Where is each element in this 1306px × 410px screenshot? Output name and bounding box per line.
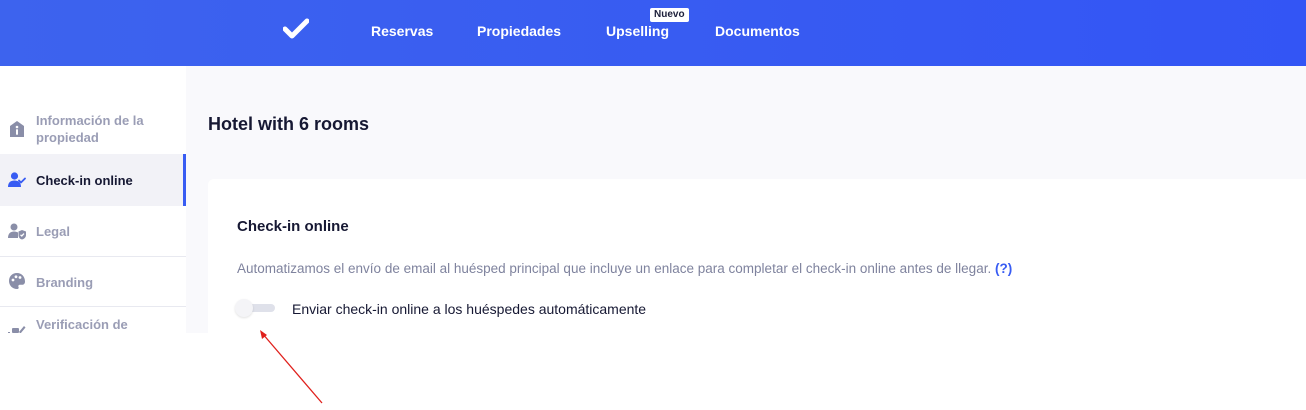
toggle-knob <box>235 299 253 317</box>
sidebar-item-label: Legal <box>36 224 70 239</box>
card-title: Check-in online <box>237 218 349 235</box>
sidebar-item-verification[interactable]: Verificación de <box>0 307 186 333</box>
sidebar-item-label: Branding <box>36 275 94 290</box>
sidebar-item-label: Check-in online <box>36 173 133 188</box>
checkin-online-card: Check-in online Automatizamos el envío d… <box>208 179 1306 333</box>
main-content: Hotel with 6 rooms Check-in online Autom… <box>186 66 1306 333</box>
annotation-arrow-icon <box>260 330 323 404</box>
sidebar-item-label: Información de la propiedad <box>36 113 144 145</box>
card-description: Automatizamos el envío de email al huésp… <box>237 260 1012 278</box>
sidebar-item-property-info[interactable]: Información de la propiedad <box>0 104 186 154</box>
sidebar-item-checkin-online[interactable]: Check-in online <box>0 154 186 206</box>
top-navigation-bar: Reservas Propiedades Upselling Nuevo Doc… <box>0 0 1306 66</box>
user-check-icon <box>8 172 26 187</box>
settings-sidebar: Información de la propiedad Check-in onl… <box>0 66 186 333</box>
checkmark-logo-icon[interactable] <box>283 18 309 40</box>
auto-checkin-toggle[interactable] <box>235 299 277 317</box>
id-scan-icon <box>8 326 26 333</box>
help-link[interactable]: (?) <box>995 261 1012 276</box>
description-text: Automatizamos el envío de email al huésp… <box>237 261 992 276</box>
nav-reservas[interactable]: Reservas <box>371 22 433 40</box>
page-title: Hotel with 6 rooms <box>208 114 370 134</box>
info-house-icon <box>10 121 24 137</box>
nav-upselling[interactable]: Upselling <box>606 22 669 40</box>
toggle-label: Enviar check-in online a los huéspedes a… <box>292 301 647 317</box>
sidebar-item-branding[interactable]: Branding <box>0 257 186 306</box>
palette-icon <box>9 273 25 289</box>
nav-propiedades[interactable]: Propiedades <box>477 22 561 40</box>
user-shield-icon <box>8 223 26 240</box>
sidebar-item-label: Verificación de <box>36 317 128 332</box>
sidebar-item-legal[interactable]: Legal <box>0 206 186 256</box>
nav-documentos[interactable]: Documentos <box>715 22 800 40</box>
new-badge: Nuevo <box>650 8 689 22</box>
